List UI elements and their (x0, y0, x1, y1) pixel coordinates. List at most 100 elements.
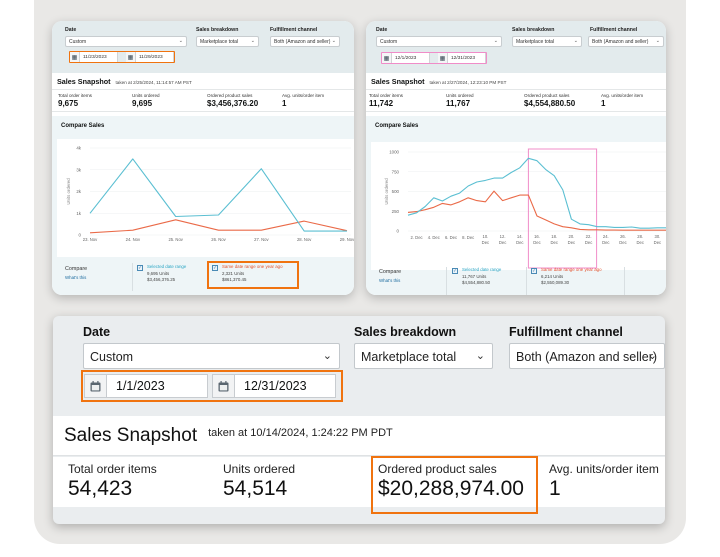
y-tick-label: 250 (392, 209, 400, 214)
end-date-input[interactable]: 12/31/2023 (235, 375, 307, 397)
calendar-icon[interactable] (85, 375, 107, 397)
breakdown-label: Sales breakdown (512, 27, 555, 33)
channel-label: Fulfillment channel (509, 325, 623, 339)
calendar-icon[interactable]: ▦ (70, 52, 80, 62)
x-tick-label: 20. (568, 234, 574, 239)
date-select-value: Custom (90, 350, 134, 364)
channel-select[interactable]: Both (Amazon and seller) ⌄ (270, 36, 340, 47)
snapshot-title: Sales Snapshot (64, 424, 198, 446)
x-tick-label: 30. (654, 234, 660, 239)
x-tick-label: Dec (499, 240, 506, 245)
end-date-input[interactable]: 12/31/2023 (448, 53, 486, 63)
breakdown-select-value: Marketplace total (361, 350, 457, 364)
x-tick-label: 24. (603, 234, 609, 239)
metrics-row: Total order items 54,423 Units ordered 5… (53, 457, 665, 507)
start-date-input[interactable]: 11/23/2023 (80, 52, 118, 62)
y-tick-label: 0 (397, 229, 400, 234)
chevron-down-icon: ⌄ (331, 38, 336, 44)
end-date-input[interactable]: 11/29/2023 (136, 52, 174, 62)
calendar-icon[interactable]: ▦ (382, 53, 392, 63)
start-date-input[interactable]: 12/1/2023 (392, 53, 430, 63)
metric-ordered-product-sales: Ordered product sales $3,456,376.20 (207, 93, 258, 108)
x-tick-label: Dec (602, 240, 609, 245)
date-select[interactable]: Custom ⌄ (376, 36, 502, 47)
snapshot-timestamp: taken at 10/14/2024, 1:24:22 PM PDT (208, 427, 393, 439)
chevron-down-icon: ⌄ (475, 350, 485, 362)
calendar-icon[interactable]: ▦ (126, 52, 136, 62)
metric-label: Avg. units/order item (549, 462, 659, 476)
series-selected-line (407, 157, 666, 229)
legend-sales: $4,554,880.50 (462, 280, 491, 285)
legend-title: Selected date range (147, 264, 187, 269)
compare-legend: Compare What's this ✓ Selected date rang… (52, 260, 354, 295)
metric-value: 54,514 (223, 477, 288, 500)
y-axis-label: Units ordered (66, 178, 71, 205)
metric-avg-units: Avg. units/order item 1 (282, 93, 324, 108)
x-tick-label: Dec (585, 240, 592, 245)
date-select[interactable]: Custom ⌄ (65, 36, 187, 47)
metric-label: Total order items (369, 93, 403, 98)
sales-snapshot-header: Sales Snapshot taken at 2/25/2024, 11:14… (52, 73, 354, 90)
channel-select[interactable]: Both (Amazon and seller) ⌄ (588, 36, 664, 47)
chevron-down-icon: ⌄ (250, 38, 255, 44)
checkbox-checked-icon[interactable]: ✓ (452, 268, 458, 274)
checkbox-checked-icon[interactable]: ✓ (531, 268, 537, 274)
sales-highlight (371, 456, 538, 514)
y-tick-label: 2k (76, 189, 81, 194)
breakdown-select[interactable]: Marketplace total ⌄ (512, 36, 582, 47)
metric-label: Units ordered (446, 93, 474, 98)
compare-label: Compare (65, 266, 88, 272)
metric-label: Total order items (58, 93, 92, 98)
date-range-highlight: 1/1/2023 12/31/2023 (81, 370, 343, 402)
legend-title: Same date range one year ago (541, 267, 602, 272)
filters-panel: Date Custom ⌄ Sales breakdown Marketplac… (53, 316, 665, 414)
chevron-down-icon: ⌄ (178, 38, 183, 44)
breakdown-label: Sales breakdown (196, 27, 239, 33)
chevron-down-icon: ⌄ (322, 350, 332, 362)
metric-total-order-items: Total order items 11,742 (369, 93, 403, 108)
date-select-value: Custom (69, 39, 87, 45)
breakdown-select[interactable]: Marketplace total ⌄ (196, 36, 259, 47)
x-tick-label: 10. (482, 234, 488, 239)
y-axis-label: Units ordered (384, 178, 389, 205)
y-tick-label: 500 (392, 189, 400, 194)
x-tick-label: 28. (637, 234, 643, 239)
legend-sales: $2,550,089.30 (541, 280, 570, 285)
snapshot-timestamp: taken at 2/25/2024, 11:14:57 AM PST (115, 80, 192, 85)
filters-panel: Date Custom ⌄ Sales breakdown Marketplac… (366, 21, 666, 73)
x-tick-label: Dec (636, 240, 643, 245)
end-date-field[interactable]: 12/31/2023 (212, 374, 336, 398)
breakdown-select[interactable]: Marketplace total ⌄ (354, 343, 493, 369)
x-tick-label: Dec (533, 240, 540, 245)
metric-label: Avg. units/order item (282, 93, 325, 98)
snapshot-title: Sales Snapshot (57, 77, 111, 86)
legend-title: Same date range one year ago (222, 264, 283, 269)
highlight-range-box (527, 148, 598, 269)
x-tick-label: Dec (550, 240, 557, 245)
channel-label: Fulfillment channel (270, 27, 318, 33)
channel-select-value: Both (Amazon and seller) (592, 39, 649, 45)
metric-label: Avg. units/order item (601, 93, 644, 98)
x-tick-label: Dec (654, 240, 661, 245)
date-range-highlight: ▦ 12/1/2023 ▦ 12/31/2023 (381, 52, 487, 64)
x-tick-label: 26. Nov (211, 237, 226, 242)
compare-chart: 0 250 500 750 1000 Units ordered 2. Dec 4. Dec 6… (371, 142, 666, 270)
start-date-input[interactable]: 1/1/2023 (107, 375, 165, 397)
compare-sales-title: Compare Sales (61, 123, 105, 129)
sales-snapshot-header: Sales Snapshot taken at 2/27/2024, 12:23… (366, 73, 666, 90)
checkbox-checked-icon[interactable]: ✓ (212, 265, 218, 271)
date-label: Date (83, 325, 111, 339)
channel-select[interactable]: Both (Amazon and seller) ⌄ (509, 343, 665, 369)
metric-label: Total order items (68, 462, 157, 476)
metric-value: 1 (601, 99, 606, 108)
whats-this-link[interactable]: What's this (379, 278, 400, 283)
channel-label: Fulfillment channel (590, 27, 638, 33)
date-select[interactable]: Custom ⌄ (83, 343, 340, 369)
compare-sales-section: Compare Sales 0 1k 2k 3k 4k Units ordered 23. … (52, 116, 354, 295)
start-date-field[interactable]: 1/1/2023 (84, 374, 208, 398)
calendar-icon[interactable]: ▦ (438, 53, 448, 63)
x-tick-label: 12. (500, 234, 506, 239)
calendar-icon[interactable] (213, 375, 235, 397)
checkbox-checked-icon[interactable]: ✓ (137, 265, 143, 271)
whats-this-link[interactable]: What's this (65, 275, 86, 280)
